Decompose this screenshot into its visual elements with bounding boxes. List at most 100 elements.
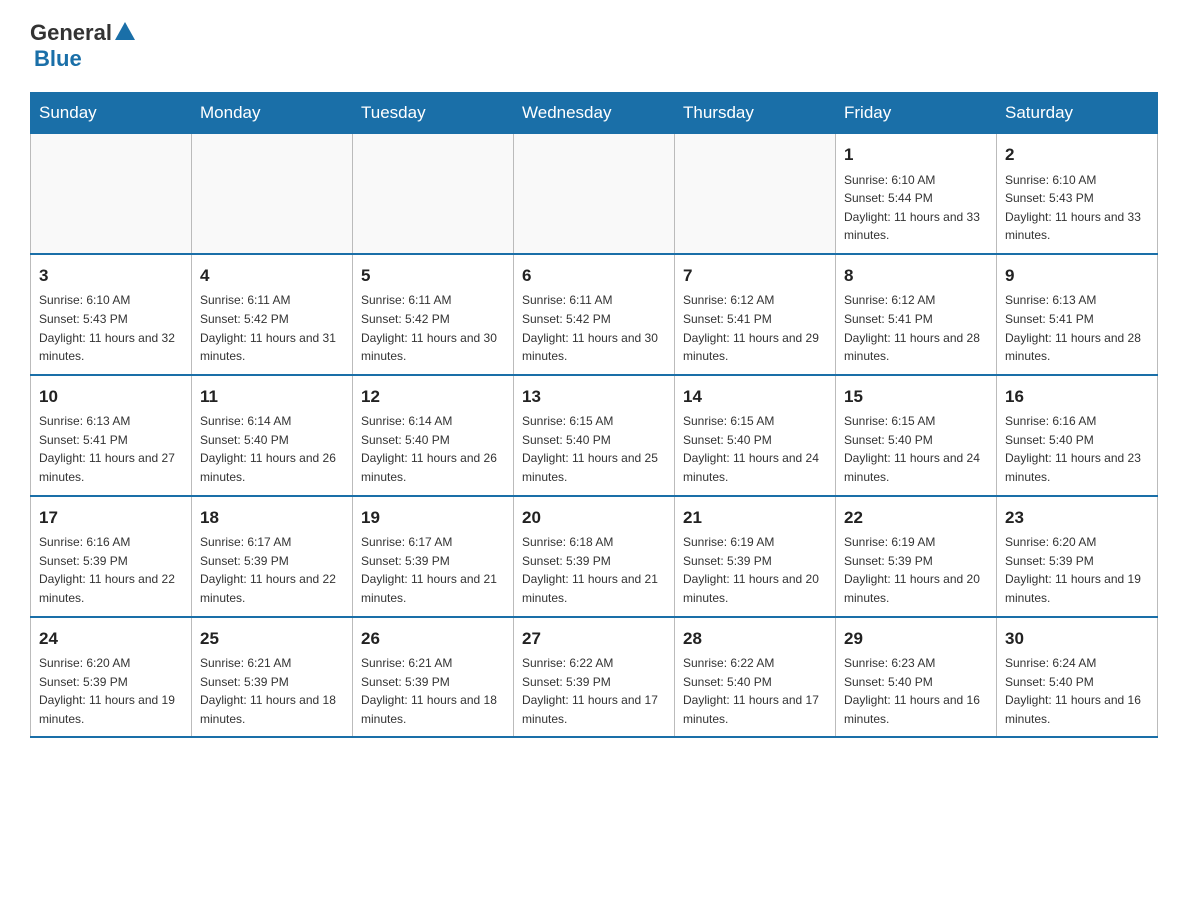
calendar-cell xyxy=(675,134,836,254)
day-number: 30 xyxy=(1005,626,1149,652)
day-number: 20 xyxy=(522,505,666,531)
calendar-cell: 20Sunrise: 6:18 AM Sunset: 5:39 PM Dayli… xyxy=(514,496,675,617)
day-number: 8 xyxy=(844,263,988,289)
day-info: Sunrise: 6:15 AM Sunset: 5:40 PM Dayligh… xyxy=(683,412,827,486)
calendar-cell: 22Sunrise: 6:19 AM Sunset: 5:39 PM Dayli… xyxy=(836,496,997,617)
day-number: 2 xyxy=(1005,142,1149,168)
logo-blue-text: Blue xyxy=(34,46,82,71)
calendar-cell: 9Sunrise: 6:13 AM Sunset: 5:41 PM Daylig… xyxy=(997,254,1158,375)
calendar-cell: 25Sunrise: 6:21 AM Sunset: 5:39 PM Dayli… xyxy=(192,617,353,738)
day-info: Sunrise: 6:15 AM Sunset: 5:40 PM Dayligh… xyxy=(844,412,988,486)
calendar-body: 1 Sunrise: 6:10 AM Sunset: 5:44 PM Daylig… xyxy=(31,134,1158,738)
calendar-cell: 23Sunrise: 6:20 AM Sunset: 5:39 PM Dayli… xyxy=(997,496,1158,617)
day-info: Sunrise: 6:16 AM Sunset: 5:39 PM Dayligh… xyxy=(39,533,183,607)
day-info: Sunrise: 6:23 AM Sunset: 5:40 PM Dayligh… xyxy=(844,654,988,728)
day-info: Sunrise: 6:10 AM Sunset: 5:44 PM Dayligh… xyxy=(844,171,988,245)
day-info: Sunrise: 6:17 AM Sunset: 5:39 PM Dayligh… xyxy=(361,533,505,607)
calendar-cell: 6Sunrise: 6:11 AM Sunset: 5:42 PM Daylig… xyxy=(514,254,675,375)
calendar-cell: 2 Sunrise: 6:10 AM Sunset: 5:43 PM Daylig… xyxy=(997,134,1158,254)
day-info: Sunrise: 6:13 AM Sunset: 5:41 PM Dayligh… xyxy=(39,412,183,486)
calendar-week-row: 1 Sunrise: 6:10 AM Sunset: 5:44 PM Daylig… xyxy=(31,134,1158,254)
calendar-week-row: 24Sunrise: 6:20 AM Sunset: 5:39 PM Dayli… xyxy=(31,617,1158,738)
day-number: 29 xyxy=(844,626,988,652)
day-number: 19 xyxy=(361,505,505,531)
calendar-cell: 18Sunrise: 6:17 AM Sunset: 5:39 PM Dayli… xyxy=(192,496,353,617)
day-info: Sunrise: 6:11 AM Sunset: 5:42 PM Dayligh… xyxy=(200,291,344,365)
calendar-cell xyxy=(353,134,514,254)
calendar-cell: 3Sunrise: 6:10 AM Sunset: 5:43 PM Daylig… xyxy=(31,254,192,375)
calendar-cell: 16Sunrise: 6:16 AM Sunset: 5:40 PM Dayli… xyxy=(997,375,1158,496)
page-header: General Blue xyxy=(30,20,1158,72)
calendar-cell xyxy=(514,134,675,254)
day-number: 14 xyxy=(683,384,827,410)
day-info: Sunrise: 6:12 AM Sunset: 5:41 PM Dayligh… xyxy=(844,291,988,365)
day-number: 24 xyxy=(39,626,183,652)
calendar-cell: 10Sunrise: 6:13 AM Sunset: 5:41 PM Dayli… xyxy=(31,375,192,496)
calendar-cell xyxy=(192,134,353,254)
weekday-header-saturday: Saturday xyxy=(997,93,1158,134)
calendar-week-row: 17Sunrise: 6:16 AM Sunset: 5:39 PM Dayli… xyxy=(31,496,1158,617)
day-number: 25 xyxy=(200,626,344,652)
day-number: 18 xyxy=(200,505,344,531)
day-number: 12 xyxy=(361,384,505,410)
logo-triangle-icon xyxy=(115,22,135,40)
calendar-cell: 26Sunrise: 6:21 AM Sunset: 5:39 PM Dayli… xyxy=(353,617,514,738)
day-info: Sunrise: 6:16 AM Sunset: 5:40 PM Dayligh… xyxy=(1005,412,1149,486)
day-info: Sunrise: 6:14 AM Sunset: 5:40 PM Dayligh… xyxy=(361,412,505,486)
calendar-cell: 17Sunrise: 6:16 AM Sunset: 5:39 PM Dayli… xyxy=(31,496,192,617)
weekday-header-wednesday: Wednesday xyxy=(514,93,675,134)
calendar-cell: 15Sunrise: 6:15 AM Sunset: 5:40 PM Dayli… xyxy=(836,375,997,496)
day-number: 17 xyxy=(39,505,183,531)
day-info: Sunrise: 6:20 AM Sunset: 5:39 PM Dayligh… xyxy=(1005,533,1149,607)
calendar-cell: 30Sunrise: 6:24 AM Sunset: 5:40 PM Dayli… xyxy=(997,617,1158,738)
day-info: Sunrise: 6:21 AM Sunset: 5:39 PM Dayligh… xyxy=(361,654,505,728)
day-number: 13 xyxy=(522,384,666,410)
day-info: Sunrise: 6:14 AM Sunset: 5:40 PM Dayligh… xyxy=(200,412,344,486)
day-number: 23 xyxy=(1005,505,1149,531)
day-info: Sunrise: 6:22 AM Sunset: 5:40 PM Dayligh… xyxy=(683,654,827,728)
calendar-cell: 27Sunrise: 6:22 AM Sunset: 5:39 PM Dayli… xyxy=(514,617,675,738)
day-number: 27 xyxy=(522,626,666,652)
day-number: 28 xyxy=(683,626,827,652)
day-info: Sunrise: 6:12 AM Sunset: 5:41 PM Dayligh… xyxy=(683,291,827,365)
day-info: Sunrise: 6:15 AM Sunset: 5:40 PM Dayligh… xyxy=(522,412,666,486)
calendar-cell: 1 Sunrise: 6:10 AM Sunset: 5:44 PM Daylig… xyxy=(836,134,997,254)
day-info: Sunrise: 6:19 AM Sunset: 5:39 PM Dayligh… xyxy=(683,533,827,607)
day-number: 22 xyxy=(844,505,988,531)
day-info: Sunrise: 6:11 AM Sunset: 5:42 PM Dayligh… xyxy=(522,291,666,365)
weekday-header-thursday: Thursday xyxy=(675,93,836,134)
calendar-cell: 7Sunrise: 6:12 AM Sunset: 5:41 PM Daylig… xyxy=(675,254,836,375)
calendar-week-row: 3Sunrise: 6:10 AM Sunset: 5:43 PM Daylig… xyxy=(31,254,1158,375)
day-info: Sunrise: 6:11 AM Sunset: 5:42 PM Dayligh… xyxy=(361,291,505,365)
day-number: 3 xyxy=(39,263,183,289)
calendar-cell: 4Sunrise: 6:11 AM Sunset: 5:42 PM Daylig… xyxy=(192,254,353,375)
day-number: 26 xyxy=(361,626,505,652)
day-info: Sunrise: 6:19 AM Sunset: 5:39 PM Dayligh… xyxy=(844,533,988,607)
day-number: 11 xyxy=(200,384,344,410)
day-info: Sunrise: 6:22 AM Sunset: 5:39 PM Dayligh… xyxy=(522,654,666,728)
day-number: 1 xyxy=(844,142,988,168)
logo: General Blue xyxy=(30,20,138,72)
day-info: Sunrise: 6:13 AM Sunset: 5:41 PM Dayligh… xyxy=(1005,291,1149,365)
logo-general-text: General xyxy=(30,20,112,46)
calendar-cell xyxy=(31,134,192,254)
weekday-header-tuesday: Tuesday xyxy=(353,93,514,134)
day-number: 7 xyxy=(683,263,827,289)
day-number: 9 xyxy=(1005,263,1149,289)
day-number: 6 xyxy=(522,263,666,289)
calendar-cell: 8Sunrise: 6:12 AM Sunset: 5:41 PM Daylig… xyxy=(836,254,997,375)
day-info: Sunrise: 6:20 AM Sunset: 5:39 PM Dayligh… xyxy=(39,654,183,728)
calendar-cell: 21Sunrise: 6:19 AM Sunset: 5:39 PM Dayli… xyxy=(675,496,836,617)
calendar-cell: 5Sunrise: 6:11 AM Sunset: 5:42 PM Daylig… xyxy=(353,254,514,375)
day-info: Sunrise: 6:10 AM Sunset: 5:43 PM Dayligh… xyxy=(1005,171,1149,245)
calendar-cell: 28Sunrise: 6:22 AM Sunset: 5:40 PM Dayli… xyxy=(675,617,836,738)
day-info: Sunrise: 6:24 AM Sunset: 5:40 PM Dayligh… xyxy=(1005,654,1149,728)
day-info: Sunrise: 6:18 AM Sunset: 5:39 PM Dayligh… xyxy=(522,533,666,607)
day-number: 15 xyxy=(844,384,988,410)
calendar-header: SundayMondayTuesdayWednesdayThursdayFrid… xyxy=(31,93,1158,134)
day-info: Sunrise: 6:17 AM Sunset: 5:39 PM Dayligh… xyxy=(200,533,344,607)
calendar-cell: 13Sunrise: 6:15 AM Sunset: 5:40 PM Dayli… xyxy=(514,375,675,496)
weekday-header-friday: Friday xyxy=(836,93,997,134)
day-number: 5 xyxy=(361,263,505,289)
calendar-cell: 14Sunrise: 6:15 AM Sunset: 5:40 PM Dayli… xyxy=(675,375,836,496)
